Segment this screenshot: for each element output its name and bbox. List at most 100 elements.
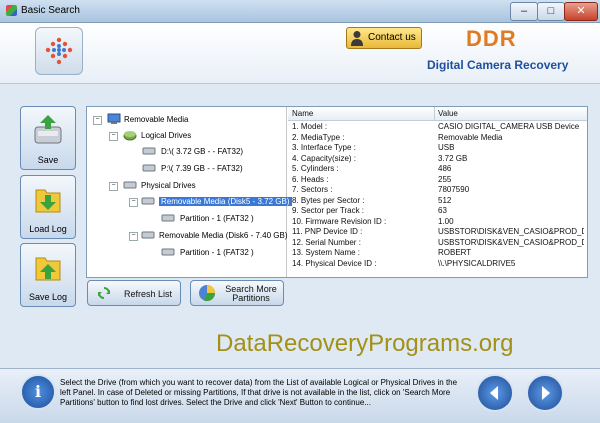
column-separator[interactable] [434, 107, 435, 120]
partition-icon [161, 248, 175, 256]
app-icon [6, 5, 17, 16]
details-row-name: 5. Cylinders : [292, 164, 339, 173]
column-value-header[interactable]: Value [438, 109, 458, 118]
drive-tree[interactable]: − Removable Media − Logical Drives D:\( … [87, 107, 292, 277]
pie-chart-icon [199, 285, 216, 302]
details-row-value: 255 [438, 174, 452, 184]
minimize-button[interactable]: – [510, 2, 538, 21]
tree-logical-drives[interactable]: Logical Drives [141, 131, 191, 140]
details-row-name: 14. Physical Device ID : [292, 258, 377, 268]
tree-disk5-partition[interactable]: Partition - 1 (FAT32 ) [180, 214, 254, 223]
tree-root[interactable]: Removable Media [124, 115, 188, 124]
details-row[interactable]: 5. Cylinders : 486 [288, 164, 587, 174]
details-row[interactable]: 3. Interface Type : USB [288, 143, 587, 153]
details-row-value: 1.00 [438, 216, 454, 226]
details-row-value: 63 [438, 206, 447, 215]
details-row[interactable]: 12. Serial Number : USBSTOR\DISK&VEN_CASI… [288, 238, 587, 248]
search-more-partitions-button[interactable]: Search More Partitions [190, 280, 284, 306]
details-row-name: 7. Sectors : [292, 185, 333, 194]
details-row-name: 4. Capacity(size) : [292, 153, 357, 163]
details-row-name: 10. Firmware Revision ID : [292, 216, 387, 226]
details-row-name: 11. PNP Device ID : [292, 227, 363, 236]
help-line-2: left Panel. In case of Deleted or missin… [60, 388, 451, 397]
close-button[interactable]: ✕ [564, 2, 598, 21]
product-name: Digital Camera Recovery [427, 58, 569, 72]
refresh-list-button[interactable]: Refresh List [87, 280, 181, 306]
help-line-1: Select the Drive (from which you want to… [60, 378, 458, 387]
collapse-toggle[interactable]: − [109, 182, 118, 191]
column-name-header[interactable]: Name [292, 109, 313, 118]
contact-us-button[interactable]: Contact us [346, 27, 422, 49]
collapse-toggle[interactable]: − [109, 132, 118, 141]
maximize-button[interactable]: □ [537, 2, 565, 21]
details-row[interactable]: 2. MediaType : Removable Media [288, 133, 587, 143]
details-row[interactable]: 1. Model : CASIO DIGITAL_CAMERA USB Devic… [288, 122, 587, 132]
details-row[interactable]: 6. Heads : 255 [288, 175, 587, 185]
drive-icon [123, 181, 137, 189]
details-row-name: 3. Interface Type : [292, 143, 356, 152]
details-row-name: 6. Heads : [292, 174, 329, 184]
tree-drive-d[interactable]: D:\( 3.72 GB - - FAT32) [161, 147, 243, 156]
partition-icon [161, 214, 175, 222]
details-row[interactable]: 10. Firmware Revision ID : 1.00 [288, 217, 587, 227]
details-row[interactable]: 11. PNP Device ID : USBSTOR\DISK&VEN_CASI… [288, 227, 587, 237]
details-row-value: \\.\PHYSICALDRIVE5 [438, 258, 516, 268]
collapse-toggle[interactable]: − [129, 198, 138, 207]
back-button[interactable] [476, 374, 514, 412]
next-button[interactable] [526, 374, 564, 412]
arrow-right-icon [542, 386, 550, 400]
save-log-button[interactable]: Save Log [20, 243, 76, 307]
drive-panel: − Removable Media − Logical Drives D:\( … [86, 106, 588, 278]
logical-drive-icon [123, 131, 137, 141]
help-line-3: Partitions' button to find lost drives. … [60, 398, 371, 407]
person-icon [351, 31, 363, 46]
help-text: Select the Drive (from which you want to… [60, 378, 460, 408]
drive-icon [141, 231, 155, 239]
details-row-name: 9. Sector per Track : [292, 206, 365, 215]
save-log-label: Save Log [28, 292, 68, 302]
drive-icon [141, 197, 155, 205]
info-icon: i [20, 374, 56, 410]
details-row-value: USB [438, 143, 455, 152]
save-label: Save [37, 155, 59, 165]
search-more-label-2: Partitions [232, 293, 270, 303]
save-button[interactable]: Save [20, 106, 76, 170]
tree-disk6-partition[interactable]: Partition - 1 (FAT32 ) [180, 248, 254, 257]
details-row-value: 3.72 GB [438, 153, 468, 163]
website-watermark: DataRecoveryPrograms.org [216, 330, 514, 357]
brand-logo-text: DDR [466, 26, 517, 51]
collapse-toggle[interactable]: − [93, 116, 102, 125]
refresh-list-label: Refresh List [123, 289, 173, 299]
computer-icon [107, 113, 121, 124]
arrow-left-icon [490, 386, 498, 400]
details-row-value: 512 [438, 195, 452, 205]
tree-drive-p[interactable]: P:\( 7.39 GB - - FAT32) [161, 164, 243, 173]
tree-disk5[interactable]: Removable Media (Disk5 - 3.72 GB) [159, 197, 292, 206]
save-log-icon [35, 257, 61, 281]
details-row-name: 2. MediaType : [292, 132, 345, 142]
app-window: Basic Search – □ ✕ Contact us DDR Digita… [0, 0, 600, 423]
details-row[interactable]: 9. Sector per Track : 63 [288, 206, 587, 216]
details-row[interactable]: 13. System Name : ROBERT [288, 248, 587, 258]
tree-disk6[interactable]: Removable Media (Disk6 - 7.40 GB) [159, 231, 288, 240]
logo-icon [45, 37, 73, 65]
load-log-button[interactable]: Load Log [20, 175, 76, 239]
details-row-value: Removable Media [438, 132, 503, 142]
details-row[interactable]: 4. Capacity(size) : 3.72 GB [288, 154, 587, 164]
details-row[interactable]: 7. Sectors : 7807590 [288, 185, 587, 195]
app-logo [35, 27, 83, 75]
collapse-toggle[interactable]: − [129, 232, 138, 241]
details-row-value: USBSTOR\DISK&VEN_CASIO&PROD_D... [438, 237, 584, 247]
details-row-value: USBSTOR\DISK&VEN_CASIO&PROD_D... [438, 227, 584, 236]
details-row-name: 1. Model : [292, 122, 328, 131]
details-row[interactable]: 14. Physical Device ID : \\.\PHYSICALDRIV… [288, 259, 587, 269]
drive-icon [142, 164, 156, 172]
drive-details-list[interactable]: Name Value 1. Model : CASIO DIGITAL_CAMER… [288, 107, 587, 277]
details-row-value: 486 [438, 164, 452, 173]
drive-icon [142, 147, 156, 155]
contact-us-label: Contact us [368, 32, 416, 43]
details-row[interactable]: 8. Bytes per Sector : 512 [288, 196, 587, 206]
details-header: Name Value [288, 107, 587, 121]
tree-physical-drives[interactable]: Physical Drives [141, 181, 196, 190]
details-row-name: 13. System Name : [292, 248, 361, 257]
